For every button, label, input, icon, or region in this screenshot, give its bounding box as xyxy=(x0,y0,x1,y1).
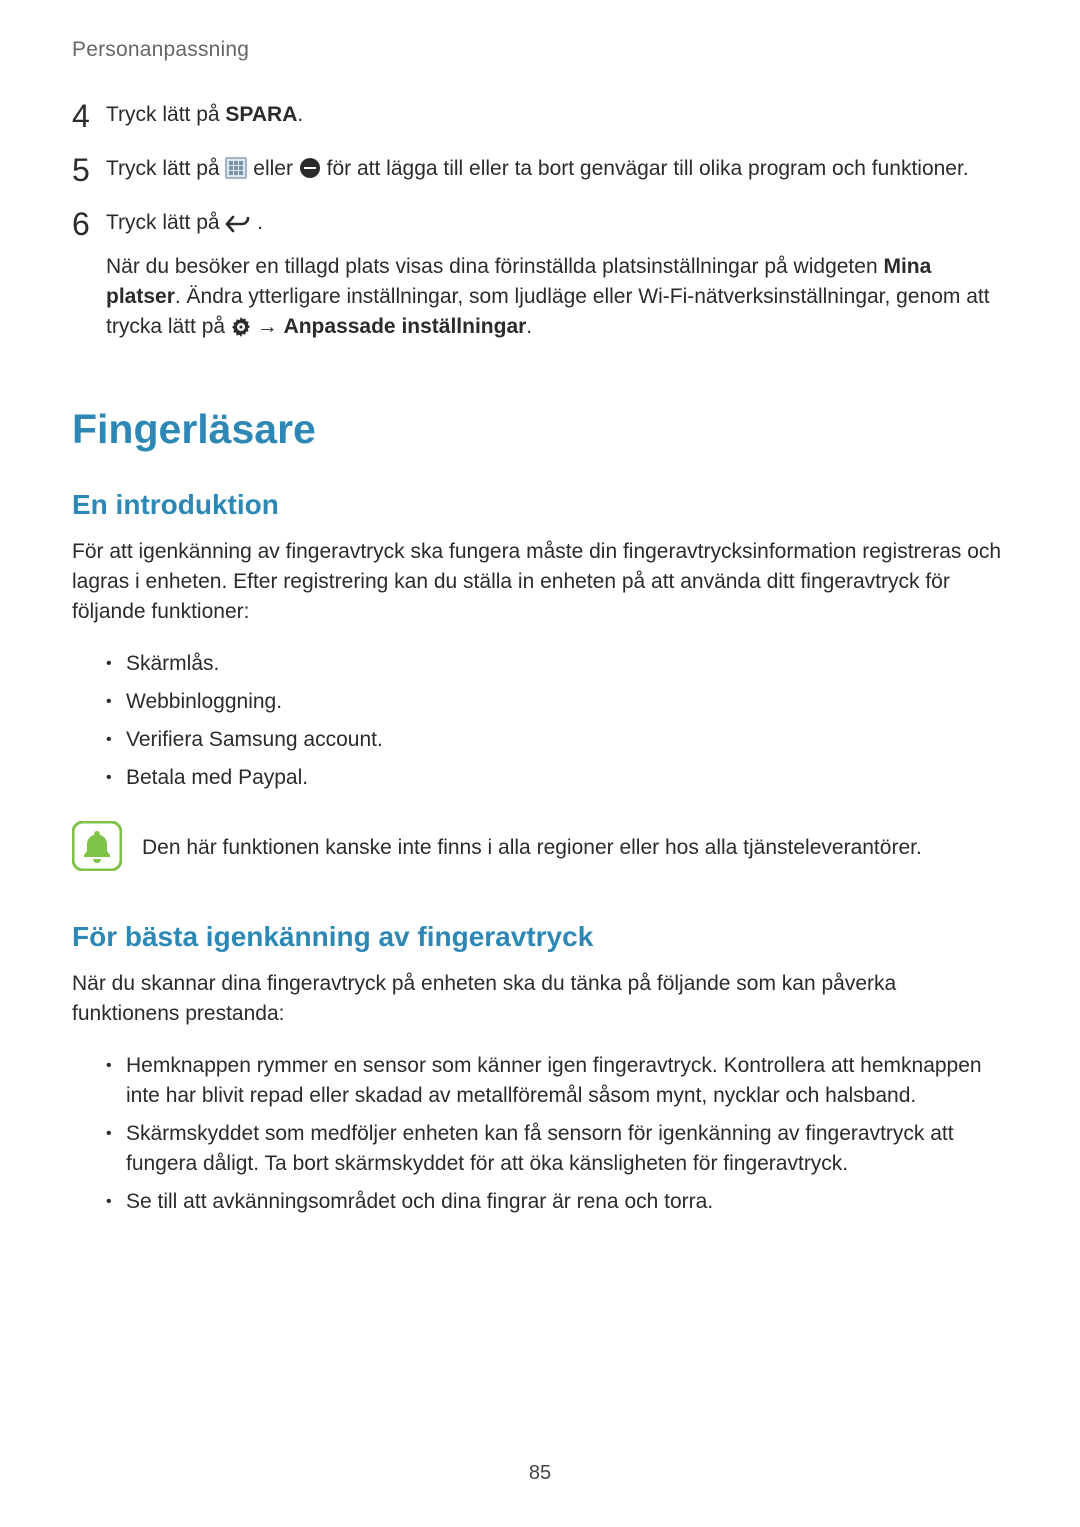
gear-icon xyxy=(231,317,251,337)
step-body: Tryck lätt på eller för att lägga till e… xyxy=(106,154,969,184)
minus-circle-icon xyxy=(299,157,321,179)
step-6: 6 Tryck lätt på . När du besöker en till… xyxy=(72,208,1008,342)
section-title-best: För bästa igenkänning av fingeravtryck xyxy=(72,921,1008,953)
text: Tryck lätt på xyxy=(106,103,225,126)
back-icon xyxy=(225,215,251,233)
apps-grid-icon xyxy=(225,157,247,179)
text-bold: SPARA xyxy=(225,103,297,126)
text: Tryck lätt på xyxy=(106,211,225,234)
section-header: Personanpassning xyxy=(72,38,1008,62)
page-title: Fingerläsare xyxy=(72,406,1008,453)
step-number: 4 xyxy=(72,100,106,132)
step-body: Tryck lätt på . När du besöker en tillag… xyxy=(106,208,1008,342)
page-number: 85 xyxy=(0,1462,1080,1485)
text: eller xyxy=(253,157,299,180)
list-item: Verifiera Samsung account. xyxy=(106,725,1008,755)
list-item: Se till att avkänningsområdet och dina f… xyxy=(106,1187,1008,1217)
text: för att lägga till eller ta bort genväga… xyxy=(327,157,969,180)
step-4: 4 Tryck lätt på SPARA. xyxy=(72,100,1008,132)
info-bell-icon xyxy=(72,821,122,871)
text: . xyxy=(526,315,532,338)
arrow-text: → xyxy=(251,315,284,338)
step-body: Tryck lätt på SPARA. xyxy=(106,100,303,130)
step-sub: När du besöker en tillagd plats visas di… xyxy=(106,252,1008,342)
note-block: Den här funktionen kanske inte finns i a… xyxy=(72,821,1008,871)
list-item: Hemknappen rymmer en sensor som känner i… xyxy=(106,1051,1008,1111)
list-item: Webbinloggning. xyxy=(106,687,1008,717)
text: Tryck lätt på xyxy=(106,157,225,180)
section-title-intro: En introduktion xyxy=(72,489,1008,521)
best-text: När du skannar dina fingeravtryck på enh… xyxy=(72,969,1008,1029)
intro-bullets: Skärmlås. Webbinloggning. Verifiera Sams… xyxy=(106,649,1008,793)
text: . xyxy=(297,103,303,126)
intro-text: För att igenkänning av fingeravtryck ska… xyxy=(72,537,1008,627)
step-number: 6 xyxy=(72,208,106,240)
list-item: Betala med Paypal. xyxy=(106,763,1008,793)
step-number: 5 xyxy=(72,154,106,186)
list-item: Skärmskyddet som medföljer enheten kan f… xyxy=(106,1119,1008,1179)
text: . xyxy=(257,211,263,234)
step-5: 5 Tryck lätt på eller för att lägga till… xyxy=(72,154,1008,186)
text-bold: Anpassade inställningar xyxy=(284,315,527,338)
list-item: Skärmlås. xyxy=(106,649,1008,679)
note-text: Den här funktionen kanske inte finns i a… xyxy=(142,821,922,863)
best-bullets: Hemknappen rymmer en sensor som känner i… xyxy=(106,1051,1008,1217)
text: När du besöker en tillagd plats visas di… xyxy=(106,255,883,278)
